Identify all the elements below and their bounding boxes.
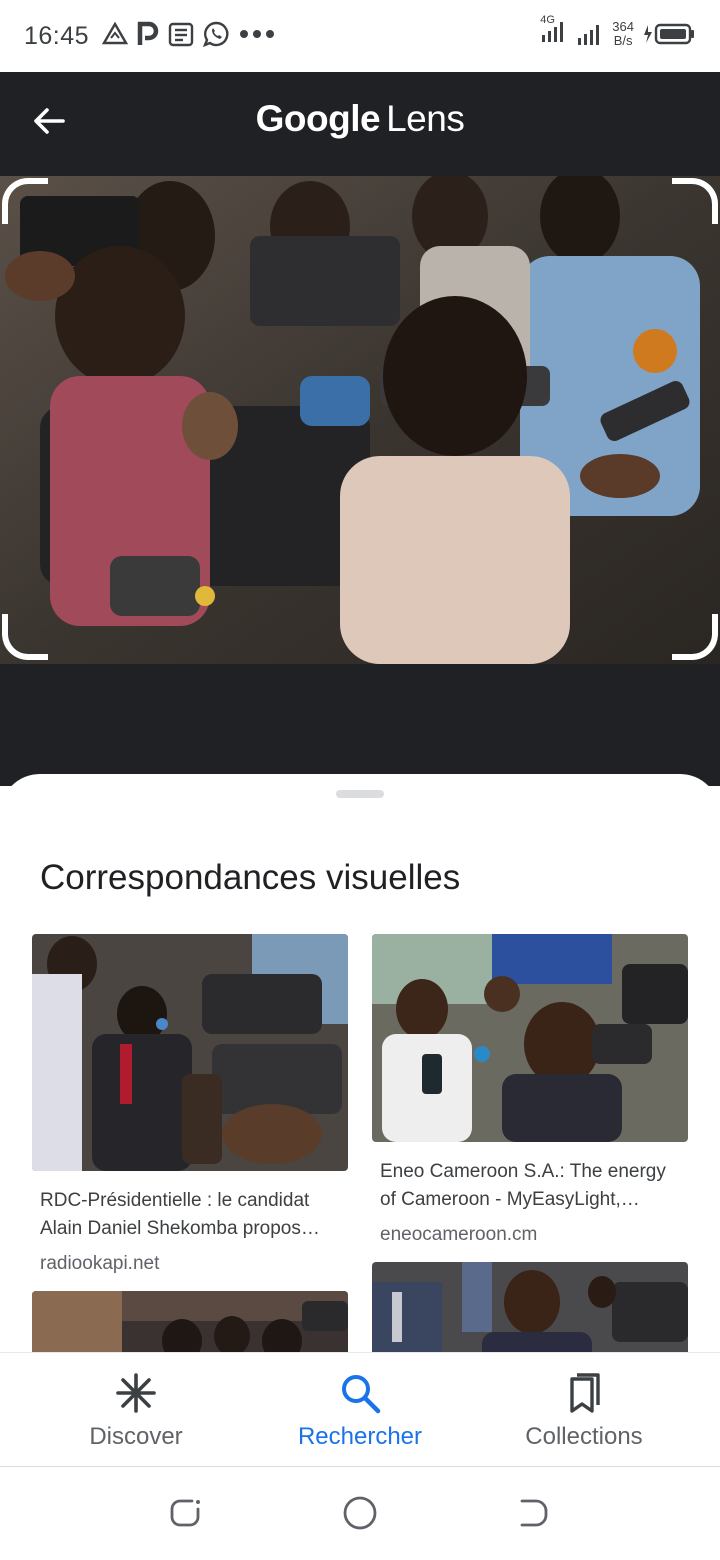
recent-apps-icon[interactable] <box>168 1495 204 1531</box>
result-thumbnail[interactable] <box>32 1291 348 1352</box>
battery-charging-icon <box>644 23 694 44</box>
signal-4g-icon: 4G <box>540 14 568 49</box>
result-thumbnail[interactable] <box>372 934 688 1142</box>
status-bar: 16:45 4G 364 B/s <box>0 0 720 72</box>
home-button-icon[interactable] <box>342 1495 378 1531</box>
nav-label-rechercher: Rechercher <box>297 1423 423 1450</box>
visual-match-card[interactable] <box>32 1291 348 1352</box>
whatsapp-icon <box>202 21 229 48</box>
nav-label-discover: Discover <box>89 1423 183 1450</box>
collections-bookmark-icon <box>570 1373 600 1413</box>
press-crowd-photo <box>0 176 720 664</box>
results-sheet: Correspondances visuelles RDC-Présidenti… <box>0 774 720 1352</box>
result-thumbnail[interactable] <box>372 1262 688 1352</box>
bottom-navigation: Discover Rechercher Collections <box>0 1352 720 1466</box>
status-time: 16:45 <box>24 22 90 50</box>
system-navigation-bar <box>0 1466 720 1560</box>
result-title[interactable]: Eneo Cameroon S.A.: The energy of Camero… <box>372 1158 682 1214</box>
result-title[interactable]: RDC-Présidentielle : le candidat Alain D… <box>32 1187 342 1243</box>
nav-label-collections: Collections <box>525 1423 643 1450</box>
nav-rechercher[interactable]: Rechercher <box>240 1353 480 1467</box>
nav-discover[interactable]: Discover <box>16 1353 256 1467</box>
result-image-2 <box>372 934 688 1142</box>
more-dots-icon <box>240 30 274 38</box>
result-source: eneocameroon.cm <box>380 1224 538 1245</box>
nav-collections[interactable]: Collections <box>464 1353 704 1467</box>
search-image[interactable] <box>0 176 720 664</box>
warning-triangle-icon <box>102 21 128 45</box>
back-nav-icon[interactable] <box>516 1495 552 1531</box>
top-app-bar: Google Lens <box>0 72 720 176</box>
network-speed-unit: B/s <box>613 32 633 48</box>
sheet-drag-handle[interactable] <box>336 790 384 798</box>
result-image-3 <box>32 1291 348 1352</box>
discover-asterisk-icon <box>116 1373 156 1413</box>
result-image-4 <box>372 1262 688 1352</box>
news-icon <box>168 22 194 47</box>
result-source: radiookapi.net <box>40 1253 160 1274</box>
visual-match-card[interactable]: RDC-Présidentielle : le candidat Alain D… <box>32 934 348 1275</box>
network-type-label: 4G <box>540 14 555 26</box>
app-title: Google Lens <box>0 98 720 140</box>
result-thumbnail[interactable] <box>32 934 348 1171</box>
parking-icon <box>137 21 159 45</box>
crop-corner-top-left[interactable] <box>2 178 48 224</box>
status-notification-icons <box>102 20 276 48</box>
status-system-icons: 4G 364 B/s <box>540 14 696 49</box>
section-title: Correspondances visuelles <box>40 858 461 897</box>
result-image-1 <box>32 934 348 1171</box>
network-speed: 364 B/s <box>612 18 634 48</box>
visual-match-card[interactable] <box>372 1262 688 1352</box>
lens-photo-area <box>0 176 720 786</box>
visual-match-card[interactable]: Eneo Cameroon S.A.: The energy of Camero… <box>372 934 688 1246</box>
network-speed-value: 364 <box>612 18 634 34</box>
google-logo-text: Google <box>255 98 381 139</box>
signal-bars-icon <box>578 24 600 45</box>
search-icon <box>342 1375 381 1414</box>
lens-logo-text: Lens <box>386 98 465 139</box>
